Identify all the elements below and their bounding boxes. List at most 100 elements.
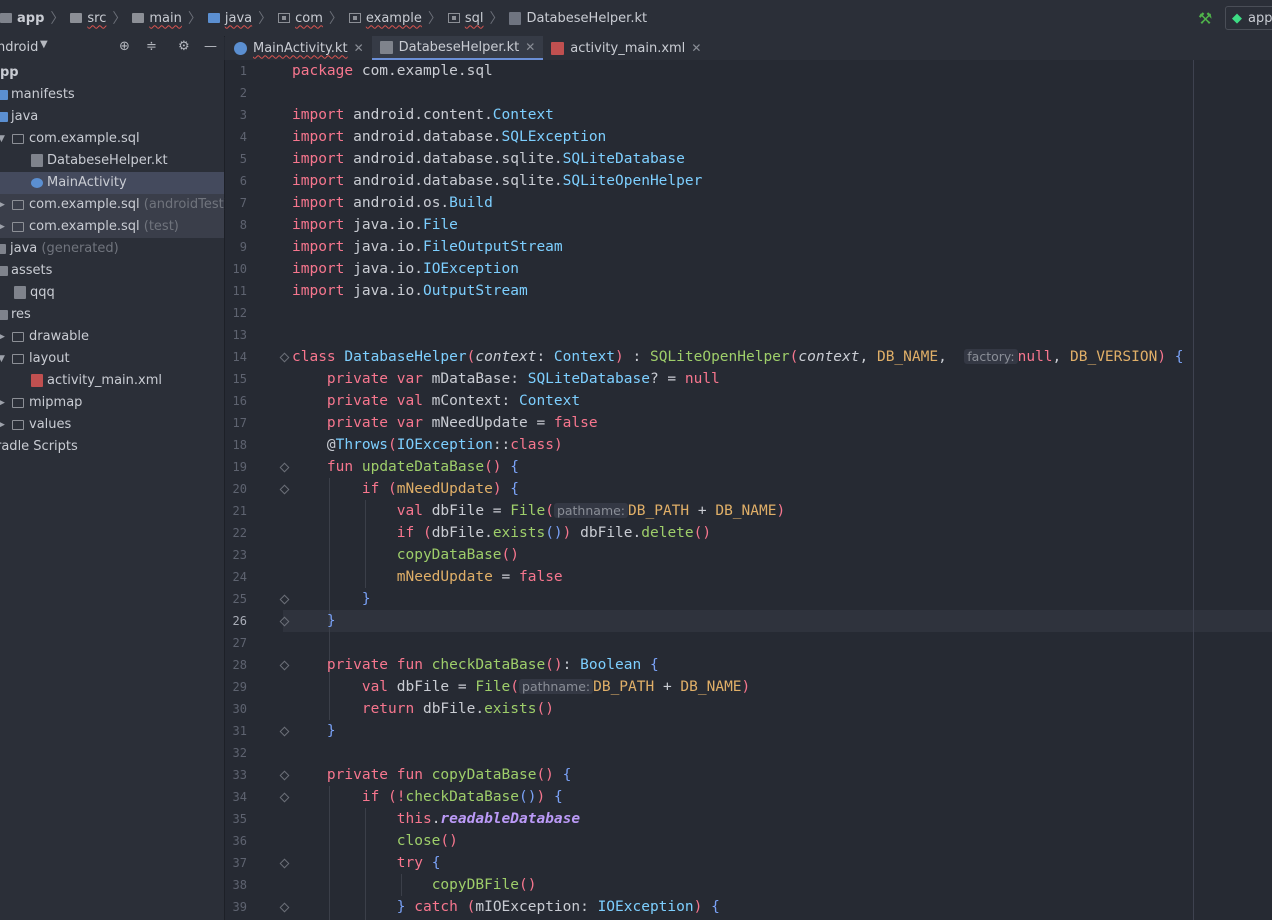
tree-item-gradle-scripts[interactable]: radle Scripts [0, 436, 224, 458]
line-number: 30 [232, 702, 247, 716]
module-icon [0, 13, 12, 23]
collapse-all-icon[interactable]: ≑ [146, 39, 157, 54]
tree-item-databesehelper[interactable]: DatabeseHelper.kt [0, 150, 224, 172]
tree-item-app[interactable]: pp [0, 62, 224, 84]
file-icon [14, 286, 26, 299]
code-line-7: import android.os.Build [292, 195, 493, 211]
line-number: 6 [239, 174, 247, 188]
tree-item-mainactivity[interactable]: MainActivity [0, 172, 224, 194]
chevron-right-icon[interactable]: ▶ [0, 326, 5, 348]
code-line-20: if (mNeedUpdate) { [361, 481, 520, 497]
breadcrumb-separator: 〉 [187, 11, 202, 27]
code-line-9: import java.io.FileOutputStream [292, 239, 563, 255]
tree-item-values[interactable]: ▶ values [0, 414, 224, 436]
breadcrumb-main[interactable]: main [132, 11, 182, 26]
tree-item-mipmap[interactable]: ▶ mipmap [0, 392, 224, 414]
build-hammer-icon[interactable]: ⚒ [1198, 9, 1212, 28]
code-line-25: } [361, 591, 371, 607]
breadcrumb-src[interactable]: src [70, 11, 106, 26]
folder-icon [132, 13, 145, 23]
breadcrumb-java[interactable]: java [207, 11, 252, 26]
code-line-4: import android.database.SQLException [292, 129, 607, 145]
breadcrumb-separator: 〉 [489, 11, 504, 27]
tab-mainactivity[interactable]: MainActivity.kt ✕ [225, 36, 372, 60]
package-icon [447, 13, 460, 23]
code-line-33: private fun copyDataBase() { [326, 767, 572, 783]
project-panel-header: ndroid ▼ ⊕ ≑ ⚙ — [0, 36, 224, 61]
android-icon: ◆ [1232, 10, 1242, 26]
tree-item-manifests[interactable]: manifests [0, 84, 224, 106]
close-icon[interactable]: ✕ [354, 41, 364, 55]
code-line-1: package com.example.sql [292, 63, 493, 79]
chevron-right-icon[interactable]: ▶ [0, 414, 5, 436]
line-number: 15 [232, 372, 247, 386]
tree-item-package[interactable]: ▼ com.example.sql [0, 128, 224, 150]
breadcrumb-com[interactable]: com [278, 11, 323, 26]
project-view-selector[interactable]: ndroid [0, 40, 38, 55]
line-number: 22 [232, 526, 247, 540]
breadcrumb-example[interactable]: example [348, 11, 422, 26]
line-number: 4 [239, 130, 247, 144]
code-line-17: private var mNeedUpdate = false [326, 415, 598, 431]
breadcrumb-separator: 〉 [328, 11, 343, 27]
breadcrumb-file[interactable]: DatabeseHelper.kt [509, 11, 647, 26]
tree-item-java[interactable]: java [0, 106, 224, 128]
code-line-21: val dbFile = File(pathname: DB_PATH + DB_… [396, 503, 786, 519]
tree-item-layout[interactable]: ▼ layout [0, 348, 224, 370]
line-number: 21 [232, 504, 247, 518]
tree-item-java-generated[interactable]: java (generated) [0, 238, 224, 260]
close-icon[interactable]: ✕ [525, 40, 535, 54]
chevron-down-icon[interactable]: ▼ [0, 348, 5, 370]
tab-activity-main-xml[interactable]: activity_main.xml ✕ [543, 36, 709, 60]
code-editor[interactable]: 1 2 3 4 5 6 7 8 9 10 11 12 13 14 15 16 17 18 19 20 21 22 23 24 2… [225, 60, 1272, 920]
line-number: 9 [239, 240, 247, 254]
tree-item-package-androidtest[interactable]: ▶ com.example.sql (androidTest) [0, 194, 229, 216]
tree-item-res[interactable]: res [0, 304, 224, 326]
gear-icon[interactable]: ⚙ [178, 39, 190, 54]
editor-tab-bar: MainActivity.kt ✕ DatabeseHelper.kt ✕ ac… [225, 36, 1272, 61]
code-line-30: return dbFile.exists() [361, 701, 554, 717]
generated-folder-icon [0, 244, 6, 254]
chevron-right-icon[interactable]: ▶ [0, 216, 5, 238]
tree-item-drawable[interactable]: ▶ drawable [0, 326, 224, 348]
source-folder-icon [207, 13, 220, 23]
tree-item-qqq[interactable]: qqq [0, 282, 224, 304]
chevron-right-icon[interactable]: ▶ [0, 194, 5, 216]
run-configuration-dropdown[interactable]: ◆ app [1225, 6, 1272, 30]
breadcrumb-separator: 〉 [50, 11, 65, 27]
line-number: 32 [232, 746, 247, 760]
breadcrumb: app 〉 src 〉 main 〉 java 〉 com 〉 example … [0, 0, 647, 36]
chevron-right-icon[interactable]: ▶ [0, 392, 5, 414]
breadcrumb-sql[interactable]: sql [447, 11, 483, 26]
package-icon [12, 222, 24, 232]
tab-databesehelper[interactable]: DatabeseHelper.kt ✕ [371, 36, 544, 60]
code-line-22: if (dbFile.exists()) dbFile.delete() [396, 525, 712, 541]
code-line-10: import java.io.IOException [292, 261, 519, 277]
chevron-down-icon[interactable]: ▼ [0, 128, 5, 150]
folder-icon [12, 420, 24, 430]
right-margin-guide [1193, 60, 1194, 920]
tree-item-activity-main-xml[interactable]: activity_main.xml [0, 370, 224, 392]
line-number: 5 [239, 152, 247, 166]
code-line-8: import java.io.File [292, 217, 458, 233]
folder-icon [12, 332, 24, 342]
locate-icon[interactable]: ⊕ [119, 39, 130, 54]
breadcrumb-app[interactable]: app [0, 11, 44, 26]
tree-item-package-test[interactable]: ▶ com.example.sql (test) [0, 216, 224, 238]
line-number: 2 [239, 86, 247, 100]
line-number: 36 [232, 834, 247, 848]
code-line-35: this.readableDatabase [396, 811, 581, 827]
code-line-19: fun updateDataBase() { [326, 459, 520, 475]
code-line-3: import android.content.Context [292, 107, 554, 123]
chevron-down-icon[interactable]: ▼ [40, 39, 48, 50]
activity-class-icon [234, 41, 247, 55]
line-number: 37 [232, 856, 247, 870]
code-line-39: } catch (mIOException: IOException) { [396, 899, 720, 915]
hide-panel-icon[interactable]: — [204, 39, 217, 54]
line-number: 29 [232, 680, 247, 694]
resource-folder-icon [0, 266, 8, 276]
close-icon[interactable]: ✕ [691, 41, 701, 55]
code-line-23: copyDataBase() [396, 547, 519, 563]
package-icon [12, 200, 24, 210]
tree-item-assets[interactable]: assets [0, 260, 224, 282]
